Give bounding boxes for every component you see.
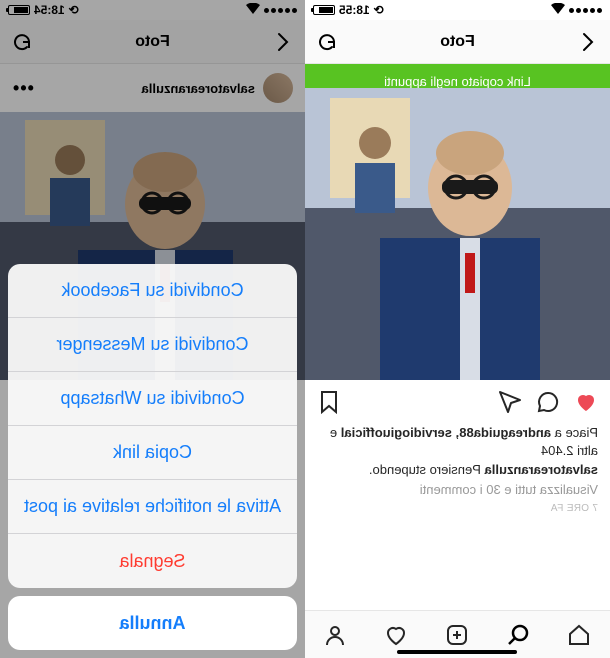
nav-header: Foto bbox=[305, 20, 610, 64]
status-time: 18:54 bbox=[34, 3, 65, 17]
tab-search-icon[interactable] bbox=[506, 622, 532, 648]
bookmark-icon[interactable] bbox=[317, 390, 341, 414]
post-username[interactable]: salvatorearanzulla bbox=[42, 81, 255, 96]
tab-profile-icon[interactable] bbox=[323, 622, 349, 648]
tab-home-icon[interactable] bbox=[567, 622, 593, 648]
user-row[interactable]: salvatorearanzulla ••• bbox=[0, 64, 305, 112]
refresh-icon[interactable] bbox=[315, 30, 339, 54]
battery-icon bbox=[8, 5, 30, 15]
sheet-enable-notifications[interactable]: Attiva le notifiche relative ai post bbox=[8, 480, 297, 534]
status-bar: ⟳ 18:54 bbox=[0, 0, 305, 20]
page-title: Foto bbox=[135, 33, 170, 51]
sheet-share-whatsapp[interactable]: Condividi su Whatsapp bbox=[8, 372, 297, 426]
post-photo[interactable] bbox=[305, 88, 610, 380]
sheet-share-messenger[interactable]: Condividi su Messenger bbox=[8, 318, 297, 372]
tab-activity-icon[interactable] bbox=[384, 622, 410, 648]
avatar[interactable] bbox=[263, 73, 293, 103]
likes-line: Piace a andreaguida88, servidiogiuoffici… bbox=[317, 424, 598, 459]
battery-icon bbox=[313, 5, 335, 15]
send-icon[interactable] bbox=[498, 390, 522, 414]
caption-username[interactable]: salvatorearanzulla bbox=[485, 462, 598, 477]
screenshot-right: ⟳ 18:54 Foto salvatorearanzulla ••• bbox=[0, 0, 305, 658]
sheet-cancel[interactable]: Annulla bbox=[8, 596, 297, 650]
status-indicator: ⟳ bbox=[374, 3, 384, 17]
sheet-group: Condividi su Facebook Condividi su Messe… bbox=[8, 264, 297, 588]
nav-header: Foto bbox=[0, 20, 305, 64]
refresh-icon[interactable] bbox=[10, 30, 34, 54]
home-indicator bbox=[398, 650, 518, 654]
page-title: Foto bbox=[440, 33, 475, 51]
status-bar: ⟳ 18:55 bbox=[305, 0, 610, 20]
caption-text: Pensiero stupendo. bbox=[369, 462, 485, 477]
like-icon[interactable] bbox=[574, 390, 598, 414]
action-sheet: Condividi su Facebook Condividi su Messe… bbox=[8, 264, 297, 650]
caption-line: salvatorearanzulla Pensiero stupendo. bbox=[317, 461, 598, 479]
back-icon[interactable] bbox=[271, 30, 295, 54]
status-time: 18:55 bbox=[339, 3, 370, 17]
back-icon[interactable] bbox=[576, 30, 600, 54]
wifi-icon bbox=[551, 3, 565, 17]
signal-icon bbox=[569, 8, 602, 13]
screenshot-left: ⟳ 18:55 Foto Link copiato negli appunti bbox=[305, 0, 610, 658]
tab-add-icon[interactable] bbox=[445, 622, 471, 648]
sheet-copy-link[interactable]: Copia link bbox=[8, 426, 297, 480]
timestamp: 7 ORE FA bbox=[317, 502, 598, 516]
caption-block: Piace a andreaguida88, servidiogiuoffici… bbox=[305, 424, 610, 524]
status-indicator: ⟳ bbox=[69, 3, 79, 17]
comment-icon[interactable] bbox=[536, 390, 560, 414]
wifi-icon bbox=[246, 3, 260, 17]
signal-icon bbox=[264, 8, 297, 13]
sheet-report[interactable]: Segnala bbox=[8, 534, 297, 588]
post-action-row bbox=[305, 380, 610, 424]
view-comments-link[interactable]: Visualizza tutti e 30 i commenti bbox=[317, 481, 598, 499]
more-icon[interactable]: ••• bbox=[12, 78, 34, 99]
sheet-share-facebook[interactable]: Condividi su Facebook bbox=[8, 264, 297, 318]
